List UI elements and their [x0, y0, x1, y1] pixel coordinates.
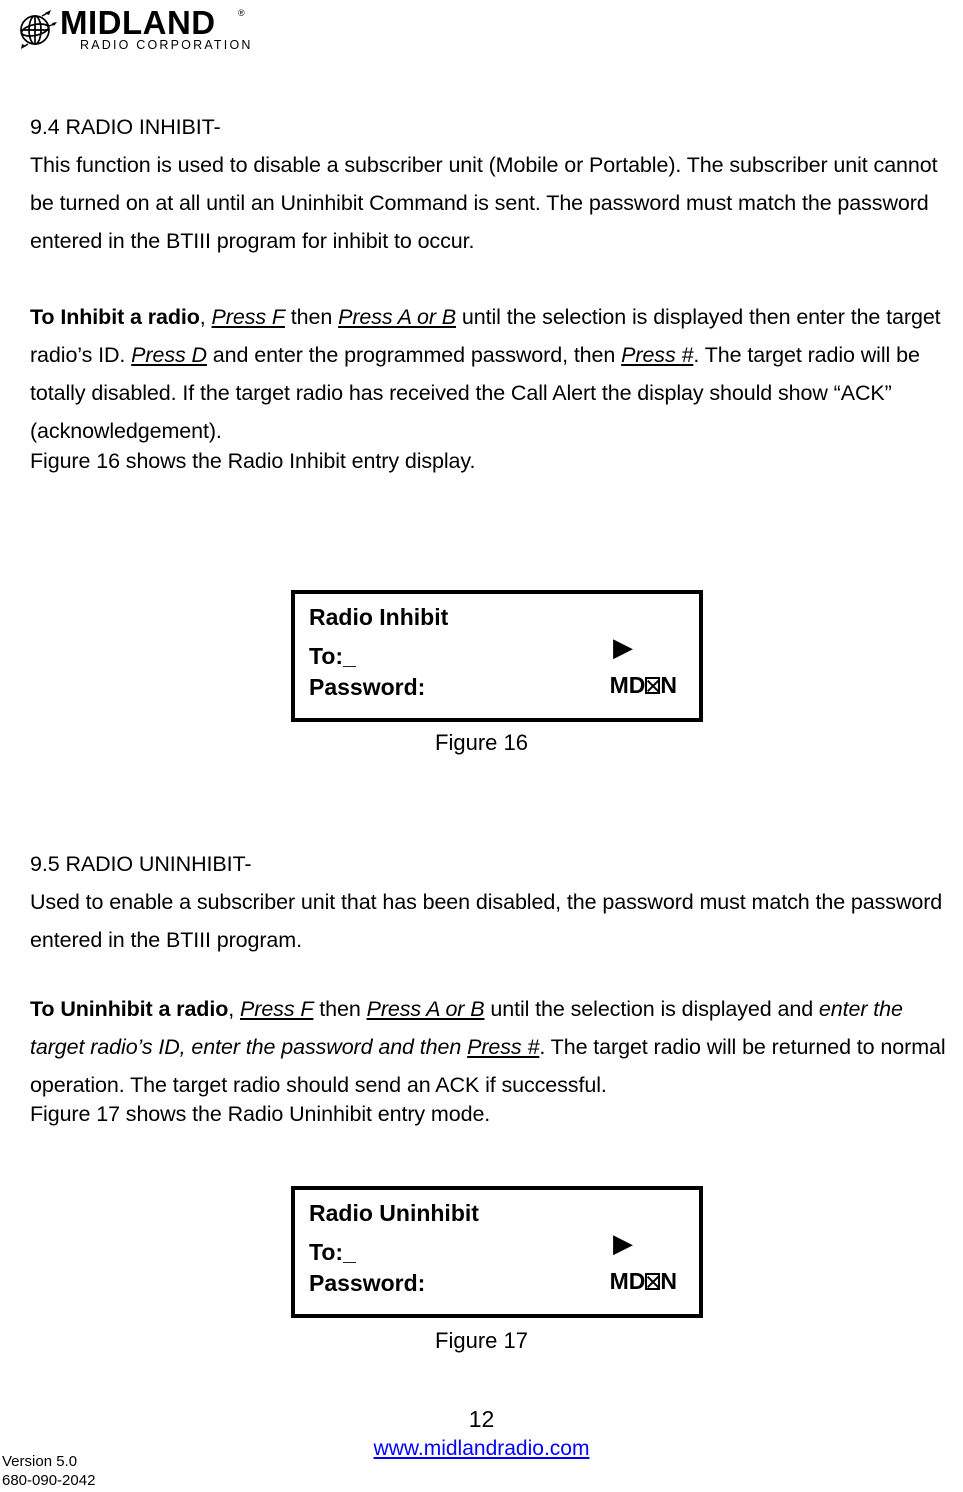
page-number-text: 12 — [468, 1406, 495, 1432]
figure-17-to-cursor: _ — [343, 1239, 356, 1265]
figure-17-title: Radio Uninhibit — [309, 1200, 479, 1226]
uninhibit-t1: , — [228, 997, 241, 1021]
website-link-text[interactable]: www.midlandradio.com — [374, 1437, 590, 1460]
intro-text-9-5: Used to enable a subscriber unit that ha… — [30, 890, 943, 952]
section-instruction-9-5: To Uninhibit a radio, Press F then Press… — [30, 990, 960, 1104]
logo-tagline-text: RADIO CORPORATION — [80, 38, 253, 52]
figure-17-code-prefix: MD — [609, 1268, 646, 1294]
logo-trademark-text: ® — [238, 8, 245, 18]
inhibit-t2: then — [284, 305, 339, 329]
part-number-text: 680-090-2042 — [2, 1472, 96, 1489]
heading-text-9-4: 9.4 RADIO INHIBIT- — [30, 115, 221, 139]
figure-reference-16: Figure 16 shows the Radio Inhibit entry … — [30, 447, 960, 476]
page-number: 12 — [0, 1406, 963, 1432]
figure-reference-17-text: Figure 17 shows the Radio Uninhibit entr… — [30, 1102, 491, 1126]
uninhibit-t3: until the selection is displayed and — [484, 997, 819, 1021]
section-intro-9-5: Used to enable a subscriber unit that ha… — [30, 883, 960, 959]
figure-16-code-prefix: MD — [609, 672, 646, 698]
figure-16-display: Radio Inhibit To:_ ▶ Password: MD N — [291, 590, 703, 722]
heading-text-9-5: 9.5 RADIO UNINHIBIT- — [30, 852, 252, 876]
uninhibit-press-f: Press F — [240, 997, 314, 1021]
inhibit-lead-bold: To Inhibit a radio — [30, 305, 200, 329]
version-text: Version 5.0 — [2, 1453, 78, 1470]
figure-16-to-row: To:_ — [309, 645, 356, 668]
midland-logo: MIDLAND ® RADIO CORPORATION — [8, 4, 268, 56]
figure-17-display: Radio Uninhibit To:_ ▶ Password: MD N — [291, 1186, 703, 1318]
inhibit-press-ab: Press A or B — [338, 305, 457, 329]
missing-glyph-box-icon — [645, 677, 661, 694]
uninhibit-t2: then — [313, 997, 367, 1021]
figure-16-code-suffix: N — [660, 672, 677, 698]
figure-17-code-suffix: N — [660, 1268, 677, 1294]
version-block: Version 5.0 680-090-2042 — [2, 1452, 95, 1490]
uninhibit-press-hash: Press # — [467, 1035, 540, 1059]
inhibit-t4: and enter the programmed password, then — [206, 343, 622, 367]
website-link[interactable]: www.midlandradio.com — [0, 1436, 963, 1462]
midland-wordmark: MIDLAND ® RADIO CORPORATION — [60, 4, 253, 52]
figure-16-caption: Figure 16 — [0, 730, 963, 756]
figure-17-caption-text: Figure 17 — [435, 1328, 528, 1353]
uninhibit-lead-bold: To Uninhibit a radio — [30, 997, 229, 1021]
figure-17-password-label: Password: — [309, 1270, 426, 1296]
figure-16-title: Radio Inhibit — [309, 604, 449, 630]
uninhibit-press-ab: Press A or B — [366, 997, 485, 1021]
figure-reference-17: Figure 17 shows the Radio Uninhibit entr… — [30, 1100, 960, 1129]
logo-brand-text: MIDLAND — [60, 4, 216, 41]
section-heading-9-5: 9.5 RADIO UNINHIBIT- — [30, 845, 960, 883]
figure-17-to-label: To: — [309, 1239, 344, 1265]
section-heading-9-4: 9.4 RADIO INHIBIT- — [30, 108, 960, 146]
figure-17-caption: Figure 17 — [0, 1328, 963, 1354]
figure-17-to-row: To:_ — [309, 1241, 356, 1264]
figure-16-password-label: Password: — [309, 674, 426, 700]
figure-17-code: MD N — [610, 1270, 677, 1293]
missing-glyph-box-icon — [645, 1273, 661, 1290]
play-arrow-icon: ▶ — [613, 632, 633, 662]
inhibit-press-hash: Press # — [621, 343, 694, 367]
intro-text-9-4: This function is used to disable a subsc… — [30, 153, 938, 253]
figure-reference-16-text: Figure 16 shows the Radio Inhibit entry … — [30, 449, 476, 473]
inhibit-press-f: Press F — [211, 305, 285, 329]
figure-16-to-label: To: — [309, 643, 344, 669]
inhibit-t1: , — [199, 305, 212, 329]
globe-icon — [20, 10, 57, 49]
figure-16-caption-text: Figure 16 — [435, 730, 528, 755]
inhibit-press-d: Press D — [131, 343, 207, 367]
figure-16-code: MD N — [610, 674, 677, 697]
figure-16-to-cursor: _ — [343, 643, 356, 669]
section-intro-9-4: This function is used to disable a subsc… — [30, 146, 960, 260]
section-instruction-9-4: To Inhibit a radio, Press F then Press A… — [30, 298, 960, 450]
play-arrow-icon: ▶ — [613, 1228, 633, 1258]
document-page: MIDLAND ® RADIO CORPORATION 9.4 RADIO IN… — [0, 0, 963, 1492]
